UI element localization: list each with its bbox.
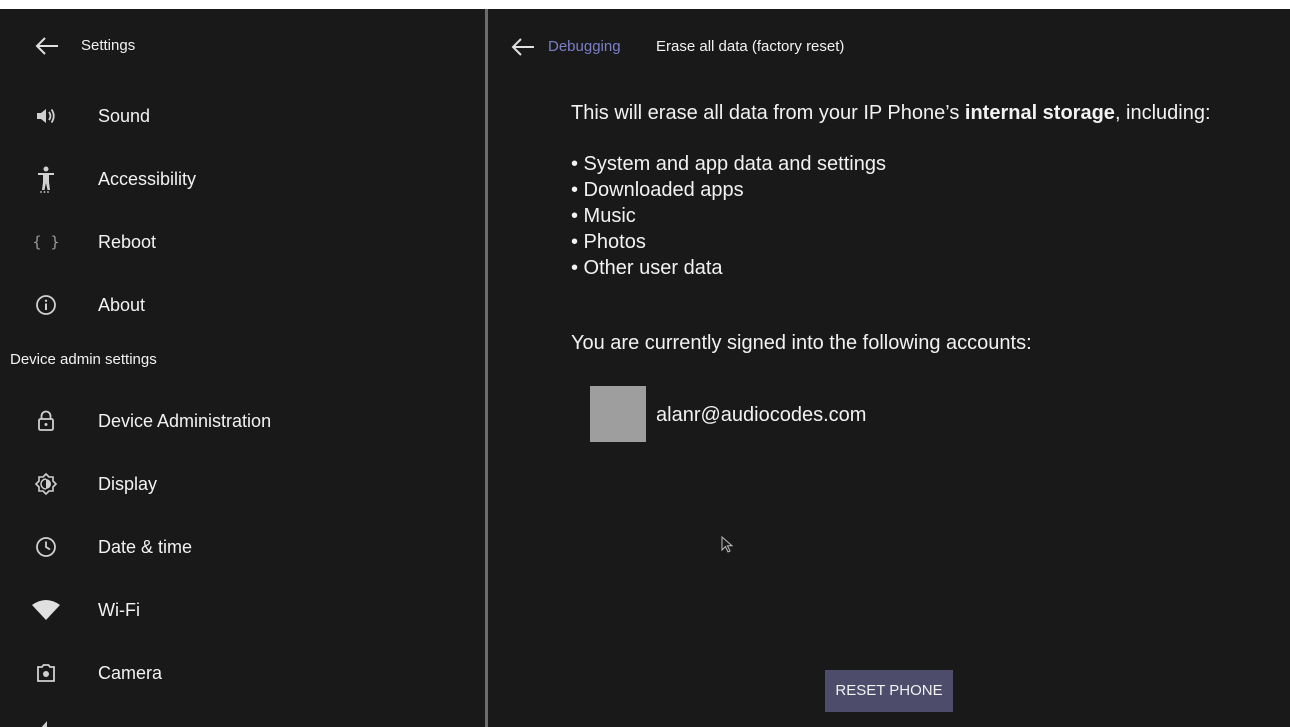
menu-item-label: Wi-Fi — [98, 600, 140, 620]
menu-item-label: Camera — [98, 663, 163, 683]
braces-icon: { } — [32, 233, 60, 251]
reset-phone-button[interactable]: RESET PHONE — [825, 670, 953, 712]
settings-header: Settings — [0, 9, 485, 83]
clock-icon — [30, 531, 62, 563]
menu-item-reboot[interactable]: { } Reboot — [0, 212, 485, 272]
intro-suffix: , including: — [1114, 102, 1211, 124]
info-icon — [30, 289, 62, 321]
partial-menu-icon — [41, 721, 47, 727]
lock-icon — [30, 405, 62, 437]
breadcrumb-debugging[interactable]: Debugging — [548, 38, 621, 56]
settings-panel: Settings Sound Accessibility {} Reboot … — [0, 9, 485, 727]
list-item: • Downloaded apps — [571, 179, 744, 201]
menu-item-label: Display — [98, 474, 158, 494]
volume-icon — [30, 100, 62, 132]
menu-item-wifi[interactable]: Wi-Fi — [0, 580, 485, 640]
menu-item-label: About — [98, 295, 146, 315]
list-item: • Music — [571, 205, 636, 227]
accessibility-icon — [30, 163, 62, 195]
menu-item-label: Reboot — [98, 232, 157, 252]
settings-title: Settings — [81, 37, 136, 54]
camera-icon — [30, 657, 62, 689]
menu-item-about[interactable]: About — [0, 275, 485, 335]
erase-items-list: • System and app data and settings • Dow… — [571, 151, 886, 281]
menu-item-label: Device Administration — [98, 411, 272, 431]
intro-prefix: This will erase all data from your IP Ph… — [571, 102, 965, 124]
menu-item-device-administration[interactable]: Device Administration — [0, 391, 485, 451]
mouse-pointer-icon — [721, 536, 734, 553]
avatar — [590, 386, 646, 442]
menu-item-display[interactable]: Display — [0, 454, 485, 514]
menu-item-accessibility[interactable]: Accessibility — [0, 149, 485, 209]
brightness-icon — [30, 468, 62, 500]
menu-item-date-time[interactable]: Date & time — [0, 517, 485, 577]
menu-item-label: Accessibility — [98, 169, 197, 189]
arrow-left-icon[interactable] — [510, 36, 536, 58]
list-item: • Photos — [571, 231, 646, 253]
menu-item-sound[interactable]: Sound — [0, 86, 485, 146]
menu-item-label: Sound — [98, 106, 151, 126]
menu-item-camera[interactable]: Camera — [0, 643, 485, 703]
detail-panel: Debugging Erase all data (factory reset)… — [488, 9, 1290, 727]
account-email: alanr@audiocodes.com — [656, 404, 867, 426]
intro-bold: internal storage — [964, 102, 1115, 124]
menu-item-label: Date & time — [98, 537, 193, 557]
list-item: • Other user data — [571, 257, 723, 279]
erase-description: This will erase all data from your IP Ph… — [571, 101, 1211, 125]
arrow-left-icon[interactable] — [34, 35, 60, 57]
screen: Settings Sound Accessibility {} Reboot … — [0, 0, 1290, 727]
list-item: • System and app data and settings — [571, 153, 886, 175]
accounts-heading: You are currently signed into the follow… — [571, 332, 1032, 354]
section-header-device-admin: Device admin settings — [10, 351, 157, 368]
page-title: Erase all data (factory reset) — [656, 38, 845, 55]
wifi-icon — [30, 594, 62, 626]
